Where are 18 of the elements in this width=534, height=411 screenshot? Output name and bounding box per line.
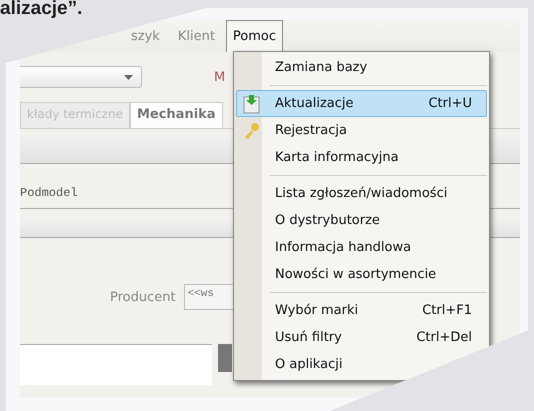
dropdown-field[interactable]	[20, 66, 142, 88]
caption-text: alizacje”.	[0, 0, 82, 20]
menu-item[interactable]: O aplikacji	[236, 351, 487, 378]
menu-item[interactable]: Zamiana bazy	[236, 54, 487, 81]
menu-item[interactable]: Informacja handlowa	[236, 234, 487, 261]
tab[interactable]: Mechanika	[130, 102, 223, 128]
field-label: Producent	[110, 290, 176, 304]
menu-item[interactable]: Usuń filtry Ctrl+Del	[236, 324, 487, 351]
key-icon	[243, 122, 261, 140]
menu-item[interactable]: O dystrybutorze	[236, 207, 487, 234]
caret-icon	[124, 74, 133, 80]
menu-item[interactable]: Aktualizacje Ctrl+U	[236, 90, 487, 117]
download-document-icon	[243, 94, 261, 114]
menu-bar-item[interactable]: Pomoc	[226, 20, 284, 52]
menu-item[interactable]: Lista zgłoszeń/wiadomości	[236, 180, 487, 207]
field-label: M	[214, 70, 226, 84]
menu-item[interactable]: Rejestracja	[236, 117, 487, 144]
scrollbar-thumb[interactable]	[218, 344, 232, 372]
